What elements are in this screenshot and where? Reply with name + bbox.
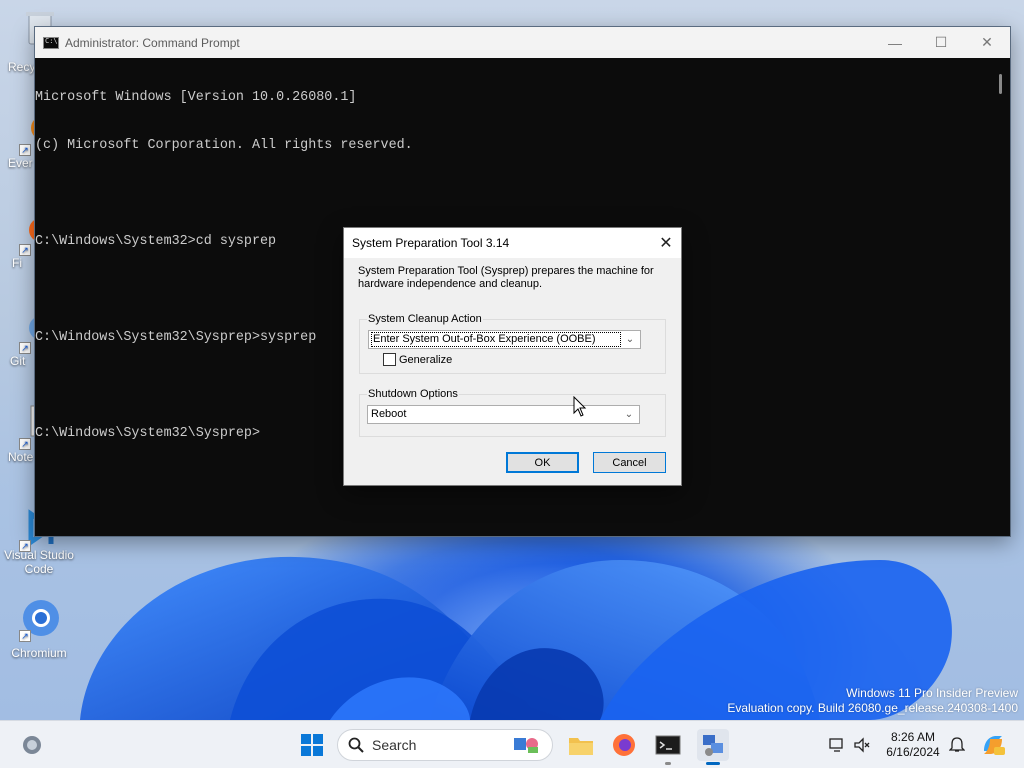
search-highlight-icon	[514, 738, 538, 753]
generalize-label: Generalize	[399, 353, 453, 366]
chevron-down-icon: ⌄	[625, 334, 635, 345]
notifications-button[interactable]	[946, 729, 968, 761]
ok-button[interactable]: OK	[506, 452, 579, 473]
clock-date: 6/16/2024	[886, 745, 940, 759]
desktop-icon-label: Chromium	[11, 646, 67, 660]
chromium-icon: ↗	[17, 596, 61, 642]
taskbar-terminal[interactable]	[652, 729, 684, 765]
maximize-button[interactable]: ☐	[918, 27, 964, 58]
terminal-icon	[655, 735, 681, 755]
sysprep-app-icon	[703, 735, 723, 756]
shortcut-arrow-icon: ↗	[19, 342, 31, 354]
scrollbar-thumb[interactable]	[999, 74, 1002, 94]
shutdown-options-label: Shutdown Options	[367, 388, 459, 400]
desktop-icon-label: Fi	[12, 256, 22, 270]
watermark-edition: Windows 11 Pro Insider Preview	[846, 686, 1018, 700]
console-line: Microsoft Windows [Version 10.0.26080.1]	[35, 90, 357, 105]
weather-widget-icon	[23, 736, 41, 754]
sysprep-description: System Preparation Tool (Sysprep) prepar…	[358, 265, 654, 290]
cmd-titlebar[interactable]: Administrator: Command Prompt — ☐ ✕	[35, 27, 1010, 58]
desktop-icon-label: Visual Studio Code	[4, 548, 74, 576]
cmd-scrollbar[interactable]	[993, 58, 1010, 536]
taskbar: Search 8:26 AM 6/16/2024	[0, 720, 1024, 768]
taskbar-firefox[interactable]	[608, 729, 640, 761]
shortcut-arrow-icon: ↗	[19, 438, 31, 450]
sysprep-dialog[interactable]: System Preparation Tool 3.14 ✕ System Pr…	[343, 227, 682, 486]
cleanup-action-label: System Cleanup Action	[367, 313, 483, 325]
widgets-button[interactable]	[16, 729, 48, 761]
taskbar-file-explorer[interactable]	[565, 729, 597, 761]
copilot-button[interactable]	[978, 729, 1008, 761]
chevron-down-icon: ⌄	[624, 409, 634, 420]
windows-watermark: Windows 11 Pro Insider Preview Evaluatio…	[727, 686, 1018, 716]
minimize-button[interactable]: —	[872, 27, 918, 58]
search-label: Search	[372, 737, 417, 753]
mouse-pointer-icon	[573, 396, 587, 417]
firefox-icon	[613, 734, 635, 756]
copilot-icon	[984, 736, 1005, 755]
desktop-icon-chromium[interactable]: ↗ Chromium	[0, 596, 78, 660]
search-icon	[348, 737, 364, 753]
network-icon	[829, 738, 843, 752]
windows-logo-icon	[301, 734, 323, 756]
shutdown-options-value: Reboot	[371, 408, 407, 420]
running-indicator	[706, 762, 720, 765]
desktop-icon-label: Ever	[8, 156, 33, 170]
desktop-icon-label: Note	[8, 450, 34, 464]
shortcut-arrow-icon: ↗	[19, 630, 31, 642]
taskbar-search[interactable]: Search	[337, 729, 553, 761]
cleanup-action-group: System Cleanup Action Enter System Out-o…	[359, 313, 666, 374]
watermark-build: Evaluation copy. Build 26080.ge_release.…	[727, 701, 1018, 715]
cleanup-action-value: Enter System Out-of-Box Experience (OOBE…	[371, 332, 621, 347]
console-line: (c) Microsoft Corporation. All rights re…	[35, 138, 413, 153]
sysprep-close-button[interactable]: ✕	[651, 228, 681, 258]
sysprep-titlebar[interactable]: System Preparation Tool 3.14 ✕	[344, 228, 681, 258]
shutdown-options-group: Shutdown Options Reboot ⌄	[359, 388, 666, 437]
desktop-icon-label: Git	[10, 354, 26, 368]
bell-icon	[949, 737, 965, 752]
close-button[interactable]: ✕	[964, 27, 1010, 58]
cancel-button[interactable]: Cancel	[593, 452, 666, 473]
shortcut-arrow-icon: ↗	[19, 244, 31, 256]
clock-time: 8:26 AM	[890, 730, 936, 744]
taskbar-sysprep[interactable]	[697, 729, 729, 765]
shutdown-options-select[interactable]: Reboot ⌄	[367, 405, 640, 424]
generalize-option[interactable]: Generalize	[383, 353, 452, 366]
tray-clock[interactable]: 8:26 AM 6/16/2024	[880, 730, 946, 760]
tray-volume[interactable]	[851, 729, 873, 761]
generalize-checkbox[interactable]	[383, 353, 396, 366]
tray-network[interactable]	[826, 729, 848, 761]
volume-muted-icon	[854, 737, 870, 753]
desktop-icon-label: Recy	[8, 60, 36, 74]
cmd-app-icon	[43, 36, 59, 49]
start-button[interactable]	[296, 729, 328, 761]
sysprep-title: System Preparation Tool 3.14	[352, 236, 510, 250]
running-indicator	[665, 762, 671, 765]
shortcut-arrow-icon: ↗	[19, 144, 31, 156]
cleanup-action-select[interactable]: Enter System Out-of-Box Experience (OOBE…	[368, 330, 641, 349]
cmd-window-title: Administrator: Command Prompt	[65, 35, 240, 50]
folder-icon	[569, 738, 593, 755]
